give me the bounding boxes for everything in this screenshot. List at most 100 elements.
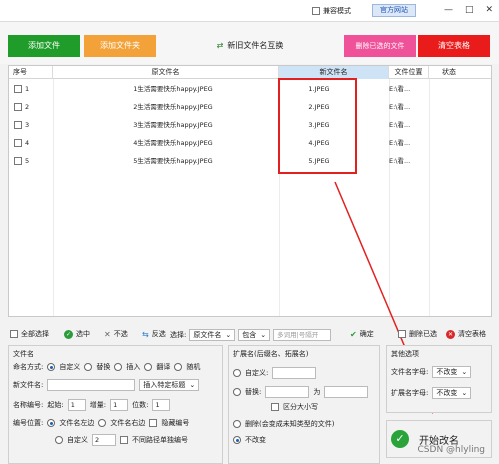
file-table: 序号 原文件名 新文件名 文件位置 状态 1 1生活需要快乐happy.JPEG… — [8, 65, 492, 317]
row-location: E:\看... — [389, 85, 411, 93]
numbering-row: 名称编号: 起始: 1 增量: 1 位数: 1 — [13, 399, 171, 411]
pos-left-label: 文件名左边 — [59, 419, 95, 427]
row-index: 1 — [25, 85, 30, 93]
mode-translate-radio[interactable] — [144, 363, 153, 371]
ext-unchanged-row: 不改变 — [233, 435, 266, 445]
pos-custom-radio[interactable] — [55, 436, 63, 444]
maximize-icon[interactable]: □ — [465, 5, 474, 15]
ext-replace-to-input[interactable] — [324, 386, 369, 398]
mode-custom-radio[interactable] — [47, 363, 56, 371]
ext-custom-input[interactable] — [272, 367, 317, 379]
pos-right-radio[interactable] — [98, 419, 107, 427]
custom-position-input[interactable]: 2 — [92, 434, 116, 446]
hide-number-checkbox[interactable] — [149, 419, 158, 427]
delete-selected-files-button[interactable]: 删除已选的文件 — [344, 35, 416, 57]
select-all-checkbox[interactable]: 全部选择 — [10, 329, 49, 339]
position-label: 编号位置: — [13, 419, 44, 427]
digits-input[interactable]: 1 — [152, 399, 171, 411]
ext-custom-row: 自定义: — [233, 367, 317, 379]
close-icon[interactable]: ✕ — [485, 5, 493, 15]
field-select[interactable]: 原文件名 ⌄ — [189, 329, 236, 341]
field-select-value: 原文件名 — [193, 331, 222, 339]
compat-mode-checkbox[interactable]: 兼容模式 — [312, 6, 351, 16]
pos-custom-label: 自定义 — [67, 436, 88, 444]
chevron-down-icon: ⌄ — [189, 381, 196, 389]
row-checkbox[interactable] — [14, 157, 22, 165]
mode-random-radio[interactable] — [174, 363, 183, 371]
select-button[interactable]: ✓ 选中 — [64, 329, 90, 339]
chevron-down-icon: ⌄ — [225, 331, 232, 339]
first-letter-row: 文件名字母: 不改变 ⌄ — [391, 366, 472, 378]
keyword-input[interactable]: 多词用|号隔开 — [273, 329, 332, 341]
confirm-icon: ✔ — [350, 329, 357, 339]
first-letter-select[interactable]: 不改变 ⌄ — [432, 366, 472, 378]
row-checkbox[interactable] — [14, 103, 22, 111]
delete-selected-checkbox[interactable]: 删除已选 — [398, 329, 437, 339]
col-index[interactable]: 序号 — [9, 66, 53, 79]
mode-replace-radio[interactable] — [84, 363, 93, 371]
ext-letter-label: 扩展名字母: — [391, 389, 429, 397]
ext-letter-row: 扩展名字母: 不改变 ⌄ — [391, 387, 472, 399]
col-original[interactable]: 原文件名 — [53, 66, 279, 79]
per-path-checkbox[interactable] — [120, 436, 128, 444]
row-index: 3 — [25, 121, 30, 129]
ext-unchanged-radio[interactable] — [233, 436, 241, 444]
clear-table-small-button[interactable]: ✕ 清空表格 — [446, 329, 486, 339]
minimize-icon[interactable]: — — [444, 5, 453, 15]
start-input[interactable]: 1 — [67, 399, 86, 411]
match-select-value: 包含 — [242, 331, 257, 339]
invert-button[interactable]: ⇆ 反选 — [142, 329, 166, 339]
step-input[interactable]: 1 — [110, 399, 129, 411]
confirm-button[interactable]: ✔ 确定 — [350, 329, 374, 339]
table-row[interactable]: 2 2生活需要快乐happy.JPEG 2.JPEG E:\看... — [9, 98, 491, 116]
ext-replace-row: 替换: 为 — [233, 386, 369, 398]
other-options-title: 其他选项 — [391, 350, 419, 358]
pos-left-radio[interactable] — [47, 419, 56, 427]
match-select[interactable]: 包含 ⌄ — [238, 329, 271, 341]
insert-tag-value: 插入特定标题 — [143, 381, 186, 389]
official-site-button[interactable]: 官方网站 — [372, 4, 416, 17]
case-sensitive-checkbox[interactable] — [271, 403, 279, 411]
naming-mode-row: 命名方式: 自定义 替换 插入 翻译 随机 — [13, 362, 200, 372]
swap-icon: ⇄ — [216, 41, 224, 50]
ext-delete-label: 删除(会变成未知类型的文件) — [245, 420, 335, 428]
mode-replace-label: 替换 — [96, 363, 111, 371]
ext-custom-radio[interactable] — [233, 369, 241, 377]
table-row[interactable]: 5 5生活需要快乐happy.JPEG 5.JPEG E:\看... — [9, 152, 491, 170]
extension-panel-title: 扩展名(后缀名、拓展名) — [233, 350, 309, 358]
deselect-button[interactable]: ✕ 不选 — [104, 329, 128, 339]
window-controls: — □ ✕ — [444, 5, 493, 15]
ext-replace-radio[interactable] — [233, 388, 241, 396]
mode-insert-radio[interactable] — [114, 363, 123, 371]
start-label: 起始: — [47, 401, 64, 409]
col-location[interactable]: 文件位置 — [389, 66, 429, 79]
clear-table-label: 清空表格 — [458, 330, 486, 338]
clear-table-button[interactable]: 清空表格 — [418, 35, 490, 57]
ext-letter-select[interactable]: 不改变 ⌄ — [432, 387, 472, 399]
ext-replace-from-input[interactable] — [265, 386, 310, 398]
new-name-input[interactable] — [47, 379, 136, 391]
new-name-label: 新文件名: — [13, 381, 44, 389]
table-row[interactable]: 1 1生活需要快乐happy.JPEG 1.JPEG E:\看... — [9, 80, 491, 98]
position-row: 编号位置: 文件名左边 文件名右边 隐藏编号 — [13, 418, 189, 428]
delete-selected-label: 删除已选 — [409, 330, 437, 338]
row-checkbox[interactable] — [14, 85, 22, 93]
row-checkbox[interactable] — [14, 139, 22, 147]
other-options-panel: 其他选项 文件名字母: 不改变 ⌄ 扩展名字母: 不改变 ⌄ — [386, 345, 492, 413]
deselect-label: 不选 — [113, 330, 128, 338]
add-folder-button[interactable]: 添加文件夹 — [84, 35, 156, 57]
table-row[interactable]: 3 3生活需要快乐happy.JPEG 3.JPEG E:\看... — [9, 116, 491, 134]
ext-delete-radio[interactable] — [233, 420, 241, 428]
table-row[interactable]: 4 4生活需要快乐happy.JPEG 4.JPEG E:\看... — [9, 134, 491, 152]
add-file-button[interactable]: 添加文件 — [8, 35, 80, 57]
insert-tag-select[interactable]: 插入特定标题 ⌄ — [139, 379, 200, 391]
filename-panel-title: 文件名 — [13, 350, 34, 358]
ext-letter-value: 不改变 — [436, 389, 458, 397]
swap-names-button[interactable]: ⇄ 新旧文件名互换 — [210, 35, 290, 57]
highlight-box — [278, 78, 357, 174]
check-circle-icon: ✓ — [64, 329, 73, 339]
row-location: E:\看... — [389, 121, 411, 129]
row-checkbox[interactable] — [14, 121, 22, 129]
case-sensitive-row: 区分大小写 — [271, 402, 318, 412]
col-status[interactable]: 状态 — [429, 66, 469, 79]
